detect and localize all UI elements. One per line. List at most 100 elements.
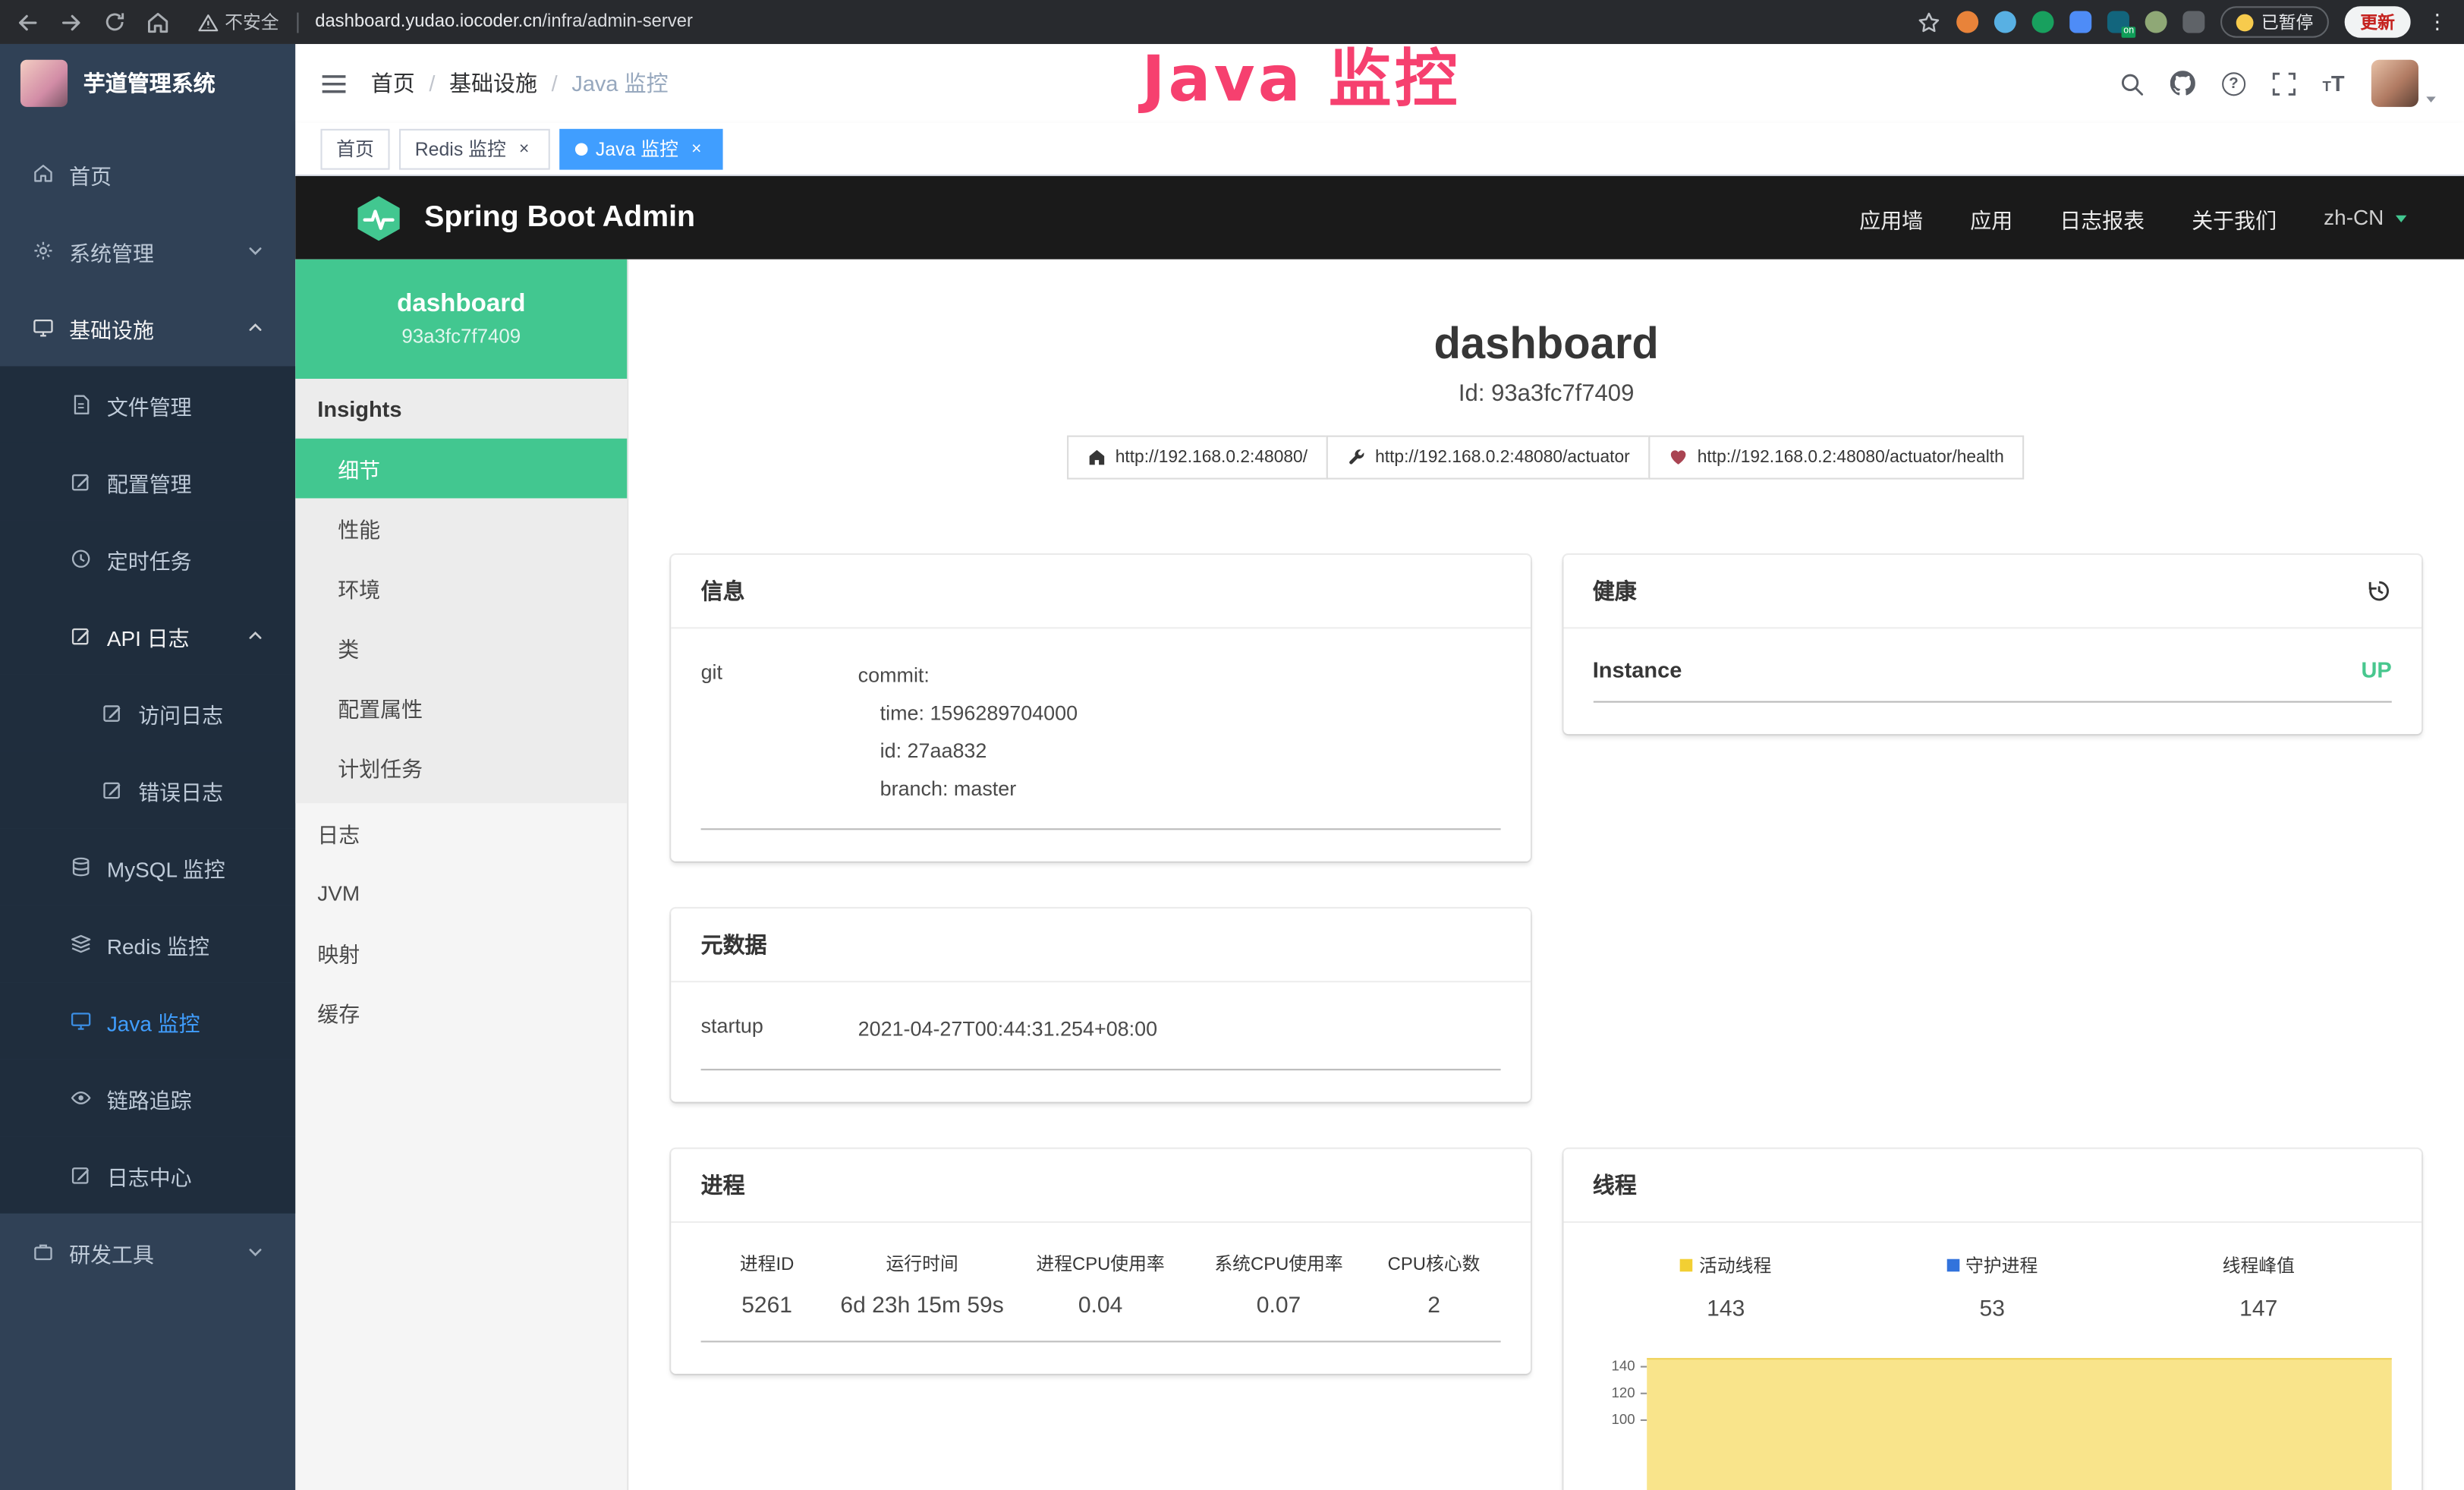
- font-size-icon[interactable]: TT: [2323, 72, 2345, 94]
- cards-grid: 信息 git commit: time: 1596289704000 id: 2…: [671, 555, 2422, 1490]
- info-git-value: commit: time: 1596289704000 id: 27aa832 …: [858, 657, 1500, 808]
- close-icon[interactable]: [514, 138, 534, 159]
- user-menu[interactable]: [2371, 60, 2439, 107]
- process-stat: CPU核心数 2: [1368, 1252, 1500, 1319]
- instance-home-link[interactable]: http://192.168.0.2:48080/: [1067, 436, 1328, 480]
- forward-icon[interactable]: [60, 10, 83, 33]
- breadcrumb-item[interactable]: 基础设施: [449, 68, 537, 99]
- hamburger-icon[interactable]: [320, 70, 347, 96]
- sba-sidebar: dashboard 93a3fc7f7409 Insights 细节 性能 环境…: [295, 260, 628, 1490]
- sba-app-block[interactable]: dashboard 93a3fc7f7409: [295, 260, 627, 379]
- process-stat: 系统CPU使用率 0.07: [1190, 1252, 1368, 1319]
- fullscreen-icon[interactable]: [2272, 71, 2296, 95]
- tab-home[interactable]: 首页: [320, 128, 389, 169]
- info-card-title: 信息: [671, 555, 1530, 628]
- sba-item-mappings[interactable]: 映射: [295, 923, 627, 983]
- browser-home-icon[interactable]: [146, 10, 170, 33]
- sba-logo-icon: [354, 193, 404, 243]
- help-icon[interactable]: [2222, 71, 2245, 95]
- app-logo[interactable]: 芋道管理系统: [0, 44, 295, 123]
- paused-pill[interactable]: 已暂停: [2220, 6, 2329, 37]
- security-warning[interactable]: 不安全: [198, 9, 279, 34]
- back-icon[interactable]: [16, 10, 39, 33]
- sba-nav-applications[interactable]: 应用: [1970, 202, 2012, 233]
- app-header: 首页 基础设施 Java 监控 TT: [295, 44, 2464, 123]
- sba-item-logs[interactable]: 日志: [295, 803, 627, 863]
- legend-item: 线程峰值 147: [2126, 1252, 2392, 1322]
- browser-extension-icon[interactable]: [1994, 11, 2016, 33]
- browser-extension-icon[interactable]: on: [2107, 11, 2129, 33]
- sba-nav-journal[interactable]: 日志报表: [2060, 202, 2145, 233]
- clock-icon: [69, 549, 93, 569]
- sba-item-configprops[interactable]: 配置属性: [295, 678, 627, 738]
- browser-extension-icon[interactable]: [2032, 11, 2054, 33]
- update-button[interactable]: 更新: [2345, 6, 2411, 37]
- sba-nav-wall[interactable]: 应用墙: [1859, 202, 1923, 233]
- caret-down-icon: [2423, 91, 2439, 107]
- search-icon[interactable]: [2119, 71, 2143, 95]
- sidebar-item-files[interactable]: 文件管理: [0, 366, 295, 443]
- reload-icon[interactable]: [104, 11, 126, 33]
- browser-menu-icon[interactable]: [2426, 9, 2448, 34]
- sidebar-item-jobs[interactable]: 定时任务: [0, 520, 295, 597]
- sba-item-classes[interactable]: 类: [295, 618, 627, 678]
- sba-item-environment[interactable]: 环境: [295, 558, 627, 618]
- sba-app-id: 93a3fc7f7409: [401, 326, 521, 348]
- sba-item-details[interactable]: 细节: [295, 439, 627, 499]
- sidebar-item-label: 基础设施: [69, 312, 154, 343]
- bookmark-star-icon[interactable]: [1917, 10, 1940, 33]
- sidebar-item-error-logs[interactable]: 错误日志: [0, 751, 295, 828]
- edit-icon: [101, 780, 124, 800]
- sba-item-jvm[interactable]: JVM: [295, 863, 627, 923]
- health-link[interactable]: http://192.168.0.2:48080/actuator/health: [1649, 436, 2025, 480]
- browser-extension-icon[interactable]: [2145, 11, 2167, 33]
- address-bar[interactable]: 不安全 dashboard.yudao.iocoder.cn/infra/adm…: [198, 9, 1902, 34]
- tab-redis[interactable]: Redis 监控: [399, 128, 550, 169]
- sba-item-caches[interactable]: 缓存: [295, 982, 627, 1042]
- sidebar-item-system[interactable]: 系统管理: [0, 213, 295, 289]
- sba-nav-about[interactable]: 关于我们: [2192, 202, 2277, 233]
- chevron-down-icon: [247, 242, 264, 260]
- chevron-down-icon: [247, 1243, 264, 1261]
- sidebar-item-label: 日志中心: [107, 1159, 192, 1190]
- heart-icon: [1669, 448, 1688, 467]
- briefcase-icon: [31, 1242, 55, 1262]
- sidebar-item-java[interactable]: Java 监控: [0, 982, 295, 1059]
- sidebar-item-devtools[interactable]: 研发工具: [0, 1214, 295, 1290]
- gear-icon: [31, 241, 55, 261]
- process-stats: 进程ID 5261 运行时间 6d 23h 15m 59s: [701, 1252, 1500, 1343]
- browser-extension-icon[interactable]: [1956, 11, 1978, 33]
- locale-select[interactable]: zh-CN: [2324, 206, 2410, 229]
- sba-brand: Spring Boot Admin: [424, 200, 695, 235]
- sidebar-item-label: Redis 监控: [107, 928, 209, 959]
- sidebar-item-mysql[interactable]: MySQL 监控: [0, 828, 295, 905]
- metadata-card-title: 元数据: [671, 909, 1530, 982]
- history-icon[interactable]: [2367, 578, 2392, 603]
- sidebar-item-label: Java 监控: [107, 1005, 200, 1036]
- sidebar-item-infrastructure[interactable]: 基础设施: [0, 289, 295, 366]
- sidebar-item-config[interactable]: 配置管理: [0, 443, 295, 520]
- sidebar-item-api-logs[interactable]: API 日志: [0, 597, 295, 674]
- actuator-link[interactable]: http://192.168.0.2:48080/actuator: [1326, 436, 1651, 480]
- health-card-title: 健康: [1593, 575, 1637, 606]
- browser-extension-icon[interactable]: [2069, 11, 2091, 33]
- github-icon[interactable]: [2170, 71, 2195, 96]
- metadata-startup-label: startup: [701, 1011, 858, 1049]
- sidebar-item-tracing[interactable]: 链路追踪: [0, 1060, 295, 1136]
- info-git-label: git: [701, 657, 858, 808]
- sba-item-metrics[interactable]: 性能: [295, 498, 627, 558]
- close-icon[interactable]: [686, 138, 706, 159]
- sidebar-item-access-logs[interactable]: 访问日志: [0, 674, 295, 751]
- avatar: [2371, 60, 2418, 107]
- sba-item-scheduled-tasks[interactable]: 计划任务: [295, 737, 627, 797]
- caret-down-icon: [2392, 208, 2411, 227]
- tab-java[interactable]: Java 监控: [559, 128, 722, 169]
- sidebar-item-log-center[interactable]: 日志中心: [0, 1136, 295, 1213]
- sidebar-item-label: 文件管理: [107, 389, 192, 421]
- sidebar-item-home[interactable]: 首页: [0, 135, 295, 212]
- metadata-startup-value: 2021-04-27T00:44:31.254+08:00: [858, 1011, 1500, 1049]
- breadcrumb-item[interactable]: 首页: [371, 68, 415, 99]
- sidebar-item-redis[interactable]: Redis 监控: [0, 906, 295, 982]
- sidebar-item-label: 系统管理: [69, 235, 154, 266]
- browser-extension-icon[interactable]: [2182, 11, 2204, 33]
